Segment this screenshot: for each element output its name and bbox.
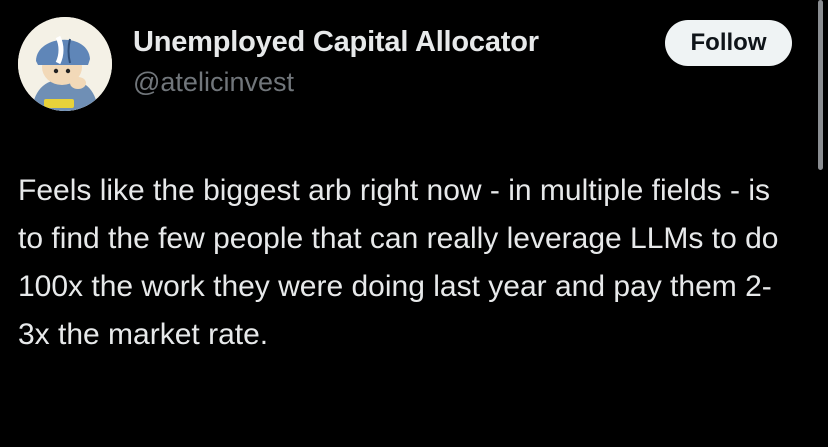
user-handle[interactable]: @atelicinvest — [133, 67, 294, 98]
avatar[interactable] — [18, 17, 112, 111]
follow-button[interactable]: Follow — [665, 20, 792, 66]
display-name[interactable]: Unemployed Capital Allocator — [133, 26, 539, 59]
cartoon-avatar-icon — [18, 17, 112, 111]
scrollbar[interactable] — [818, 0, 823, 170]
tweet-card: Unemployed Capital Allocator @atelicinve… — [0, 0, 828, 447]
tweet-text: Feels like the biggest arb right now - i… — [18, 174, 779, 351]
